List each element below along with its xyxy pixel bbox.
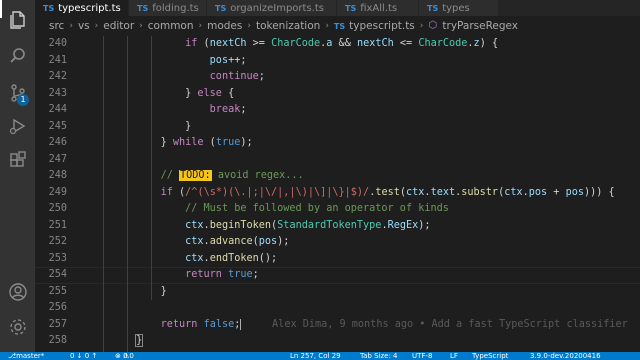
code-line: ctx.endToken(); [185,252,278,264]
line-number: 247 [48,153,67,165]
sync-status[interactable]: 0 ↓ 0 ↑ [70,352,97,360]
line-number-gutter: 240 241 242 243 244 245 246 247 248 249 … [35,36,67,352]
git-blame-annotation: Alex Dima, 9 months ago • Add a fast Typ… [272,318,628,330]
code-line: } [135,334,144,347]
editor-tabs: TS typescript.ts × TS folding.ts TS orga… [35,0,640,16]
breadcrumb-item[interactable]: tryParseRegex [442,20,518,32]
code-editor[interactable]: 240 241 242 243 244 245 246 247 248 249 … [35,36,640,352]
tab-label: organizeImports.ts [230,2,324,14]
code-line: continue; [209,71,265,82]
breadcrumb-item[interactable]: modes [207,20,242,32]
code-line: if (nextCh >= CharCode.a && nextCh <= Ch… [185,38,499,49]
active-indicator [0,0,2,18]
code-lines: if (nextCh >= CharCode.a && nextCh <= Ch… [87,36,640,352]
line-number: 242 [48,71,67,82]
code-line: // TODO: avoid regex... [160,170,304,181]
tab-folding[interactable]: TS folding.ts [129,0,207,16]
branch-name: master* [16,352,45,360]
line-number: 240 [48,38,67,49]
end-of-line[interactable]: LF [450,352,458,360]
warning-count: 0 [129,352,134,360]
files-icon[interactable] [7,8,29,30]
line-number: 257 [48,318,67,330]
line-number: 250 [48,203,67,214]
encoding[interactable]: UTF-8 [412,352,432,360]
code-line: pos++; [209,54,247,66]
source-control-icon[interactable]: 1 [7,82,29,106]
problems-indicator[interactable]: ⊗ 0 ⚠ 0 [115,352,134,360]
typescript-file-icon: TS [137,3,149,13]
extensions-icon[interactable] [7,150,29,172]
line-number: 255 [48,285,67,297]
tab-label: typescript.ts [58,2,121,14]
branch-indicator[interactable]: ⎇ master* [8,352,44,360]
status-bar: ⎇ master* 0 ↓ 0 ↑ ⊗ 0 ⚠ 0 Ln 257, Col 29… [0,352,640,360]
tab-fix-all[interactable]: TS fixAll.ts [337,0,419,16]
tab-label: types [442,2,470,14]
error-count: 0 [123,352,128,360]
chevron-right-icon: › [94,21,99,31]
tab-typescript[interactable]: TS typescript.ts × [35,0,136,16]
line-number: 253 [48,252,67,264]
code-line: ctx.beginToken(StandardTokenType.RegEx); [185,219,431,231]
line-number: 244 [48,104,67,115]
typescript-file-icon: TS [333,21,346,31]
chevron-right-icon: › [139,21,143,31]
code-line: } else { [87,87,235,99]
account-icon[interactable] [7,281,29,303]
code-line: // Must be followed by an operator of ki… [185,203,449,214]
language-mode[interactable]: TypeScript [472,352,508,360]
line-number: 258 [48,335,67,346]
line-number: 243 [48,87,67,99]
line-number: 246 [48,137,67,148]
code-line: ctx.advance(pos); [185,236,290,247]
typescript-file-icon: TS [215,3,227,13]
line-number: 248 [48,170,67,181]
code-line: return true; [185,269,259,280]
code-line: } while (true); [87,137,253,148]
search-icon[interactable] [7,45,29,67]
code-line: return false; Alex Dima, 9 months ago • … [160,318,628,330]
chevron-right-icon: › [69,21,73,31]
code-line: } [87,120,192,132]
line-number: 251 [48,219,67,231]
line-number: 245 [48,120,67,132]
breadcrumb-item[interactable]: tokenization [256,20,320,32]
typescript-version[interactable]: 3.9.0-dev.20200416 [530,352,601,360]
tab-types[interactable]: TS types [419,0,499,16]
tab-label: folding.ts [152,2,199,14]
breadcrumb: src › vs › editor › common › modes › tokeniza… [35,16,640,36]
chevron-right-icon: › [325,21,329,31]
breadcrumb-item[interactable]: editor [103,20,134,32]
code-line: } [87,285,167,297]
typescript-file-icon: TS [345,3,357,13]
run-debug-icon[interactable] [7,115,29,137]
chevron-right-icon: › [198,21,203,31]
cursor-position[interactable]: Ln 257, Col 29 [290,352,341,360]
breadcrumb-item[interactable]: common [148,20,194,32]
breadcrumb-item[interactable]: src [49,20,64,32]
line-number: 241 [48,54,67,66]
method-icon: ⬡ [428,20,438,31]
tab-label: fixAll.ts [360,2,398,14]
tab-organize-imports[interactable]: TS organizeImports.ts [207,0,337,16]
chevron-right-icon: › [419,21,424,31]
line-number: 256 [48,302,67,313]
chevron-right-icon: › [247,21,251,31]
code-line: if (/^(\s*)(\.|;|\/|,|\)|\]|\}|$)/.test(… [160,186,615,198]
line-number: 252 [48,236,67,247]
typescript-file-icon: TS [427,3,439,13]
activity-bar: 1 [0,0,35,352]
line-number: 254 [48,269,67,280]
breadcrumb-item[interactable]: typescript.ts [349,20,415,32]
scm-badge: 1 [17,94,29,106]
settings-gear-icon[interactable] [7,316,29,338]
typescript-file-icon: TS [43,3,55,13]
breadcrumb-item[interactable]: vs [78,20,90,32]
tab-size[interactable]: Tab Size: 4 [360,352,397,360]
line-number: 249 [48,186,67,198]
code-line: break; [209,104,247,115]
